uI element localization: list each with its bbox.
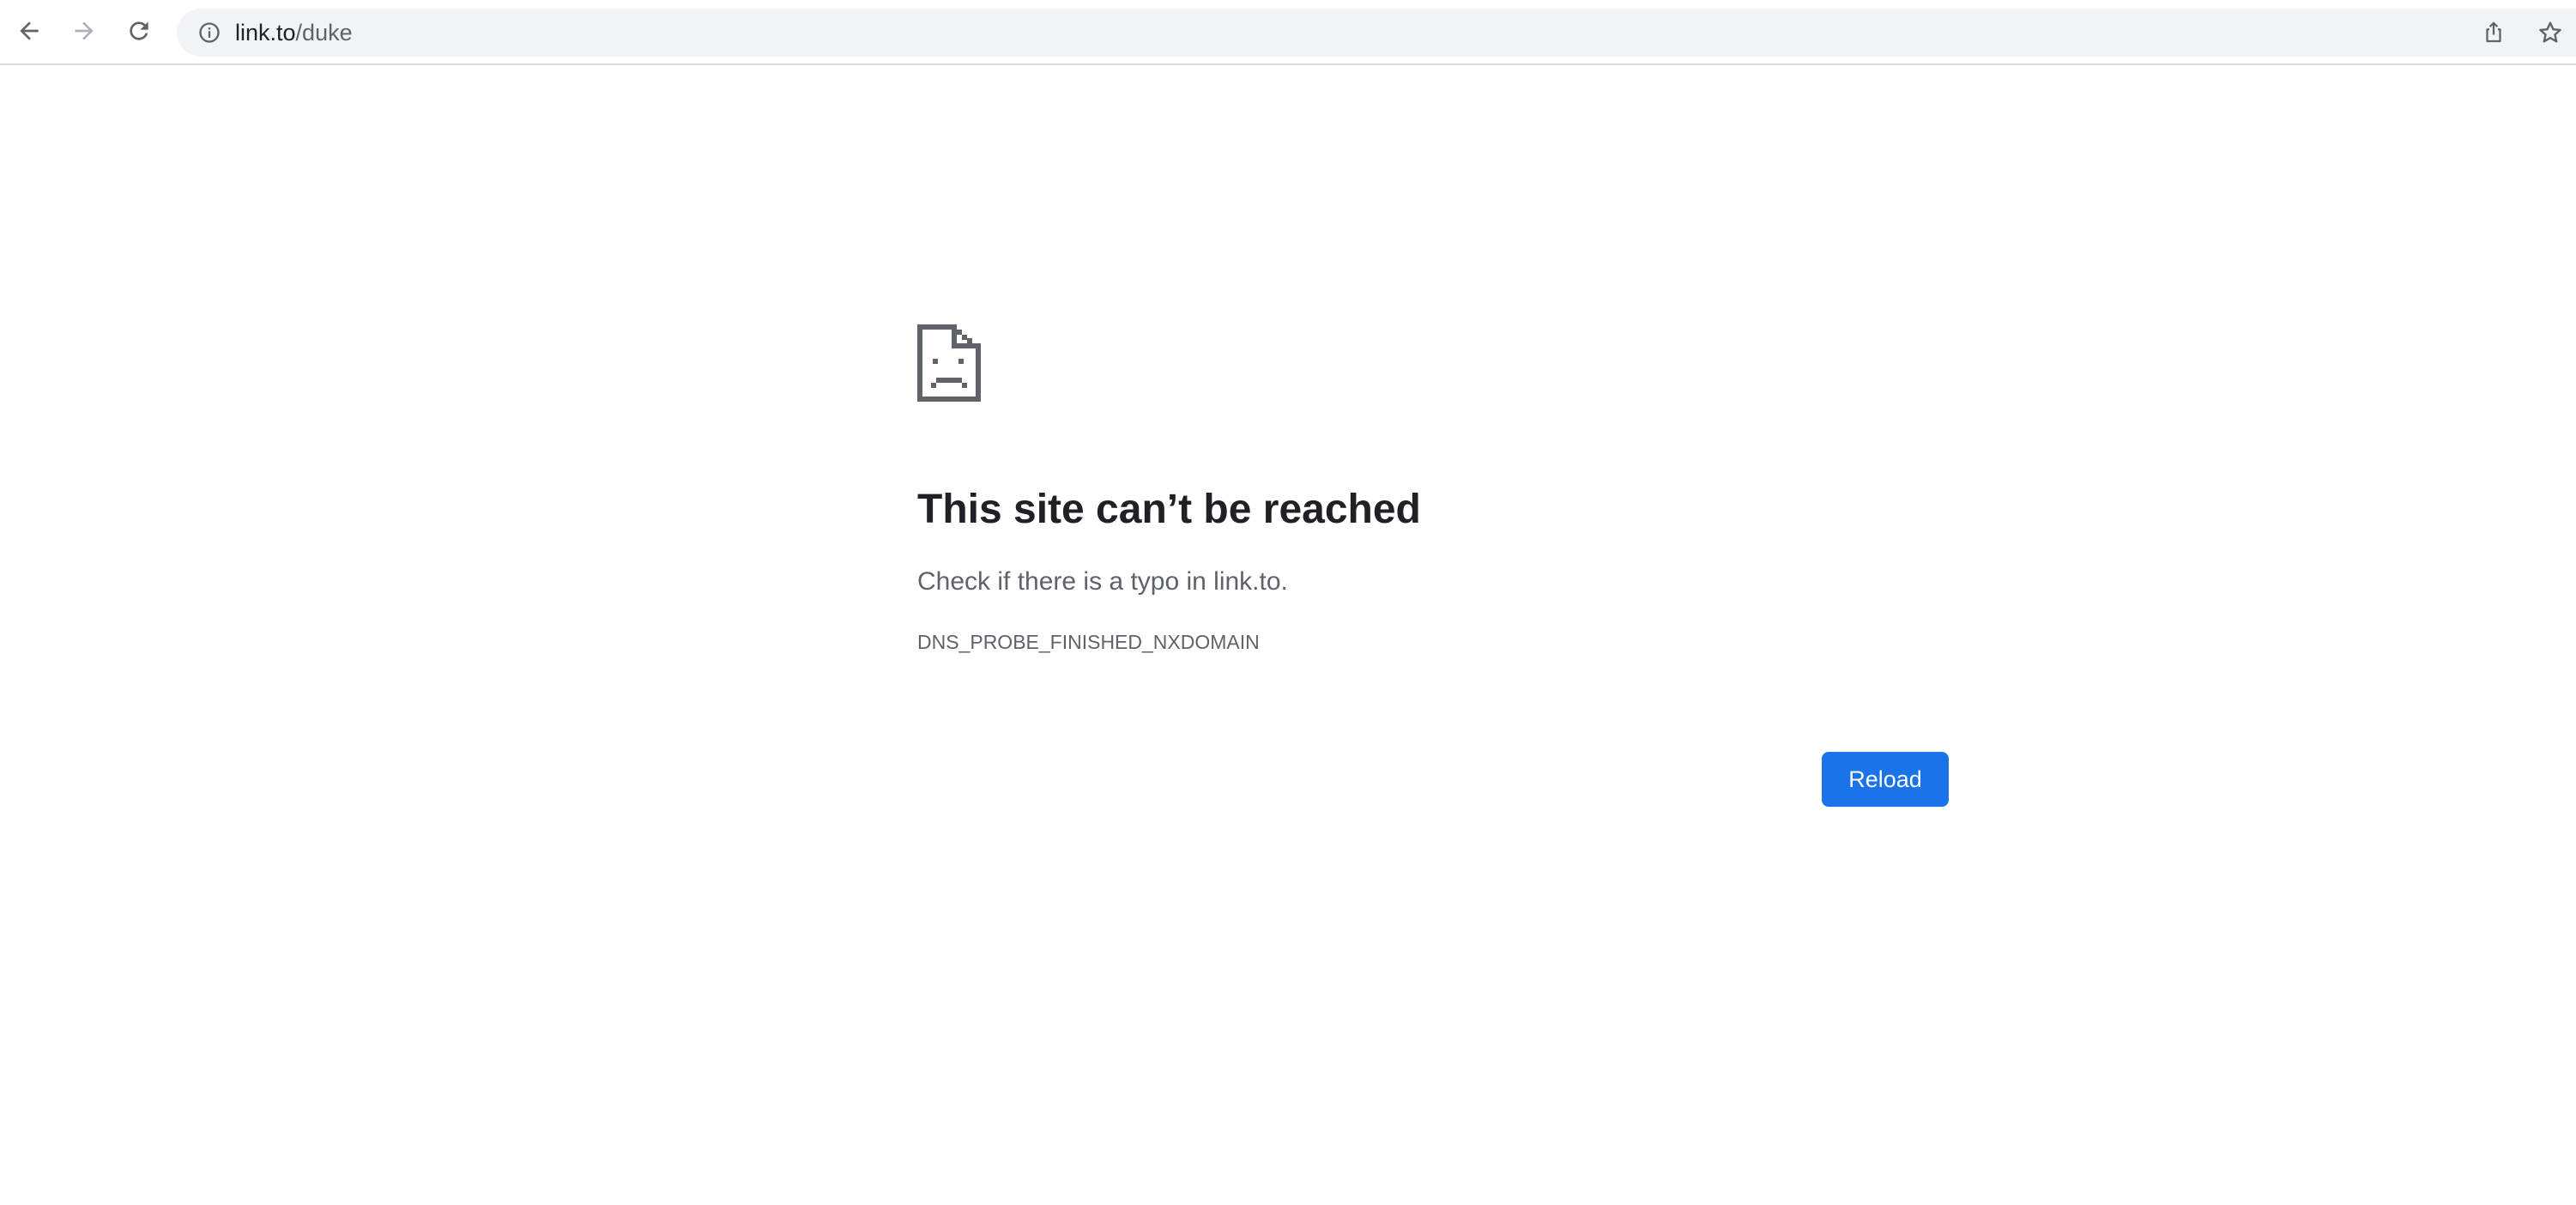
url-path: /duke — [295, 20, 353, 45]
error-heading: This site can’t be reached — [917, 487, 1421, 532]
back-button[interactable] — [7, 9, 51, 53]
url-text[interactable]: link.to/duke — [235, 9, 353, 57]
arrow-left-icon — [20, 21, 39, 40]
tab-strip-edge — [1291, 0, 1505, 5]
url-host: link.to — [235, 20, 296, 45]
bookmark-button[interactable] — [2535, 17, 2566, 48]
reload-button[interactable]: Reload — [1822, 752, 1949, 807]
star-icon — [2539, 21, 2561, 43]
arrow-right-icon — [75, 21, 94, 40]
reload-toolbar-button[interactable] — [117, 9, 161, 53]
address-bar[interactable]: link.to/duke — [177, 9, 2576, 57]
reload-icon — [130, 21, 148, 40]
browser-toolbar: link.to/duke — [0, 0, 2576, 65]
site-info-button[interactable] — [196, 19, 223, 46]
share-button[interactable] — [2478, 17, 2509, 48]
sad-document-icon — [917, 324, 981, 402]
forward-button[interactable] — [62, 9, 106, 53]
info-circle-icon — [199, 22, 220, 43]
error-suggestion: Check if there is a typo in link.to. — [917, 567, 1288, 596]
error-code: DNS_PROBE_FINISHED_NXDOMAIN — [917, 631, 1260, 653]
share-icon — [2486, 21, 2501, 43]
